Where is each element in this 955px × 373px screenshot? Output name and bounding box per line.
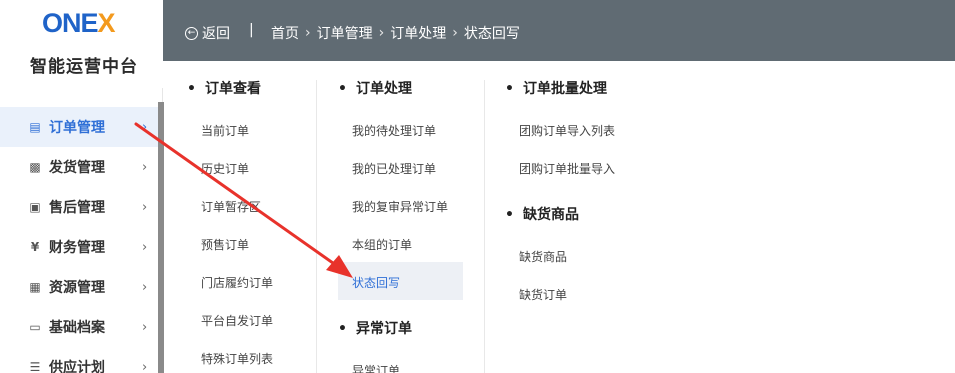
chevron-right-icon: › bbox=[142, 239, 148, 255]
breadcrumb: 首页 › 订单管理 › 订单处理 › 状态回写 bbox=[271, 23, 520, 43]
sidebar-item-aftersales-management[interactable]: ▣ 售后管理 › bbox=[0, 187, 158, 227]
sidebar-item-resource-management[interactable]: ▦ 资源管理 › bbox=[0, 267, 158, 307]
sidebar-item-label: 发货管理 bbox=[49, 160, 105, 176]
menu-link-history-orders[interactable]: 历史订单 bbox=[201, 160, 249, 177]
column-divider bbox=[316, 80, 317, 373]
chevron-right-icon: › bbox=[142, 159, 148, 175]
group-title-out-of-stock: 缺货商品 bbox=[505, 204, 579, 224]
sidebar-item-label: 订单管理 bbox=[49, 120, 105, 136]
menu-link-out-of-stock-products[interactable]: 缺货商品 bbox=[519, 248, 567, 265]
group-title-order-view: 订单查看 bbox=[187, 78, 261, 98]
menu-link-group-orders[interactable]: 本组的订单 bbox=[352, 236, 412, 253]
sidebar-item-order-management[interactable]: ▤ 订单管理 › bbox=[0, 107, 158, 147]
menu-link-my-processed-orders[interactable]: 我的已处理订单 bbox=[352, 160, 436, 177]
sidebar-item-label: 售后管理 bbox=[49, 200, 105, 216]
sidebar-item-label: 财务管理 bbox=[49, 240, 105, 256]
chevron-right-icon: › bbox=[142, 319, 148, 335]
back-button[interactable]: ← 返回 bbox=[185, 23, 230, 43]
top-header: ← 返回 | 首页 › 订单管理 › 订单处理 › 状态回写 bbox=[163, 0, 955, 61]
sidebar-item-label: 供应计划 bbox=[49, 360, 105, 373]
menu-link-presale-orders[interactable]: 预售订单 bbox=[201, 236, 249, 253]
column-divider bbox=[484, 80, 485, 373]
menu-link-store-fulfillment-orders[interactable]: 门店履约订单 bbox=[201, 274, 273, 291]
brand-logo: ONEX bbox=[42, 8, 116, 38]
header-separator: | bbox=[249, 22, 254, 38]
sidebar-scrollbar[interactable] bbox=[158, 102, 164, 373]
service-icon: ▣ bbox=[29, 200, 41, 214]
menu-link-platform-self-ship-orders[interactable]: 平台自发订单 bbox=[201, 312, 273, 329]
back-icon: ← bbox=[185, 26, 198, 40]
sidebar-item-shipping-management[interactable]: ▩ 发货管理 › bbox=[0, 147, 158, 187]
menu-link-group-buy-batch-import[interactable]: 团购订单批量导入 bbox=[519, 160, 615, 177]
menu-link-out-of-stock-orders[interactable]: 缺货订单 bbox=[519, 286, 567, 303]
group-title-order-processing: 订单处理 bbox=[338, 78, 412, 98]
platform-subtitle: 智能运营中台 bbox=[30, 57, 138, 77]
breadcrumb-order-management[interactable]: 订单管理 bbox=[317, 23, 373, 43]
box-icon: ▦ bbox=[29, 280, 41, 294]
menu-link-order-staging[interactable]: 订单暂存区 bbox=[201, 198, 261, 215]
menu-link-current-orders[interactable]: 当前订单 bbox=[201, 122, 249, 139]
chevron-right-icon: › bbox=[142, 359, 148, 373]
group-title-batch-processing: 订单批量处理 bbox=[505, 78, 607, 98]
sidebar-item-basic-archive[interactable]: ▭ 基础档案 › bbox=[0, 307, 158, 347]
document-icon: ▤ bbox=[29, 120, 41, 134]
menu-link-my-review-exception-orders[interactable]: 我的复审异常订单 bbox=[352, 198, 448, 215]
menu-link-my-pending-orders[interactable]: 我的待处理订单 bbox=[352, 122, 436, 139]
group-title-exception-orders: 异常订单 bbox=[338, 318, 412, 338]
breadcrumb-status-writeback: 状态回写 bbox=[463, 26, 520, 42]
menu-link-group-buy-import-list[interactable]: 团购订单导入列表 bbox=[519, 122, 615, 139]
chevron-right-icon: › bbox=[452, 25, 458, 41]
sidebar-item-supply-plan[interactable]: ☰ 供应计划 › bbox=[0, 347, 158, 373]
chevron-right-icon: › bbox=[142, 119, 148, 135]
yen-icon: ¥ bbox=[30, 240, 40, 254]
chevron-right-icon: › bbox=[378, 25, 385, 41]
back-label: 返回 bbox=[202, 26, 230, 42]
menu-link-exception-orders[interactable]: 异常订单 bbox=[352, 362, 400, 373]
sidebar-item-label: 基础档案 bbox=[49, 320, 105, 336]
sidebar-item-finance-management[interactable]: ¥ 财务管理 › bbox=[0, 227, 158, 267]
menu-link-status-writeback[interactable]: 状态回写 bbox=[352, 274, 400, 291]
chevron-right-icon: › bbox=[142, 199, 148, 215]
truck-icon: ▩ bbox=[29, 160, 41, 174]
chevron-right-icon: › bbox=[142, 279, 148, 295]
logo-area: ONEX 智能运营中台 bbox=[0, 0, 163, 88]
breadcrumb-order-processing[interactable]: 订单处理 bbox=[390, 23, 446, 43]
archive-icon: ▭ bbox=[29, 320, 41, 334]
breadcrumb-home[interactable]: 首页 bbox=[271, 23, 299, 43]
sidebar-item-label: 资源管理 bbox=[49, 280, 105, 296]
chevron-right-icon: › bbox=[305, 25, 311, 41]
menu-link-special-orders-list[interactable]: 特殊订单列表 bbox=[201, 350, 273, 367]
plan-icon: ☰ bbox=[29, 360, 41, 373]
